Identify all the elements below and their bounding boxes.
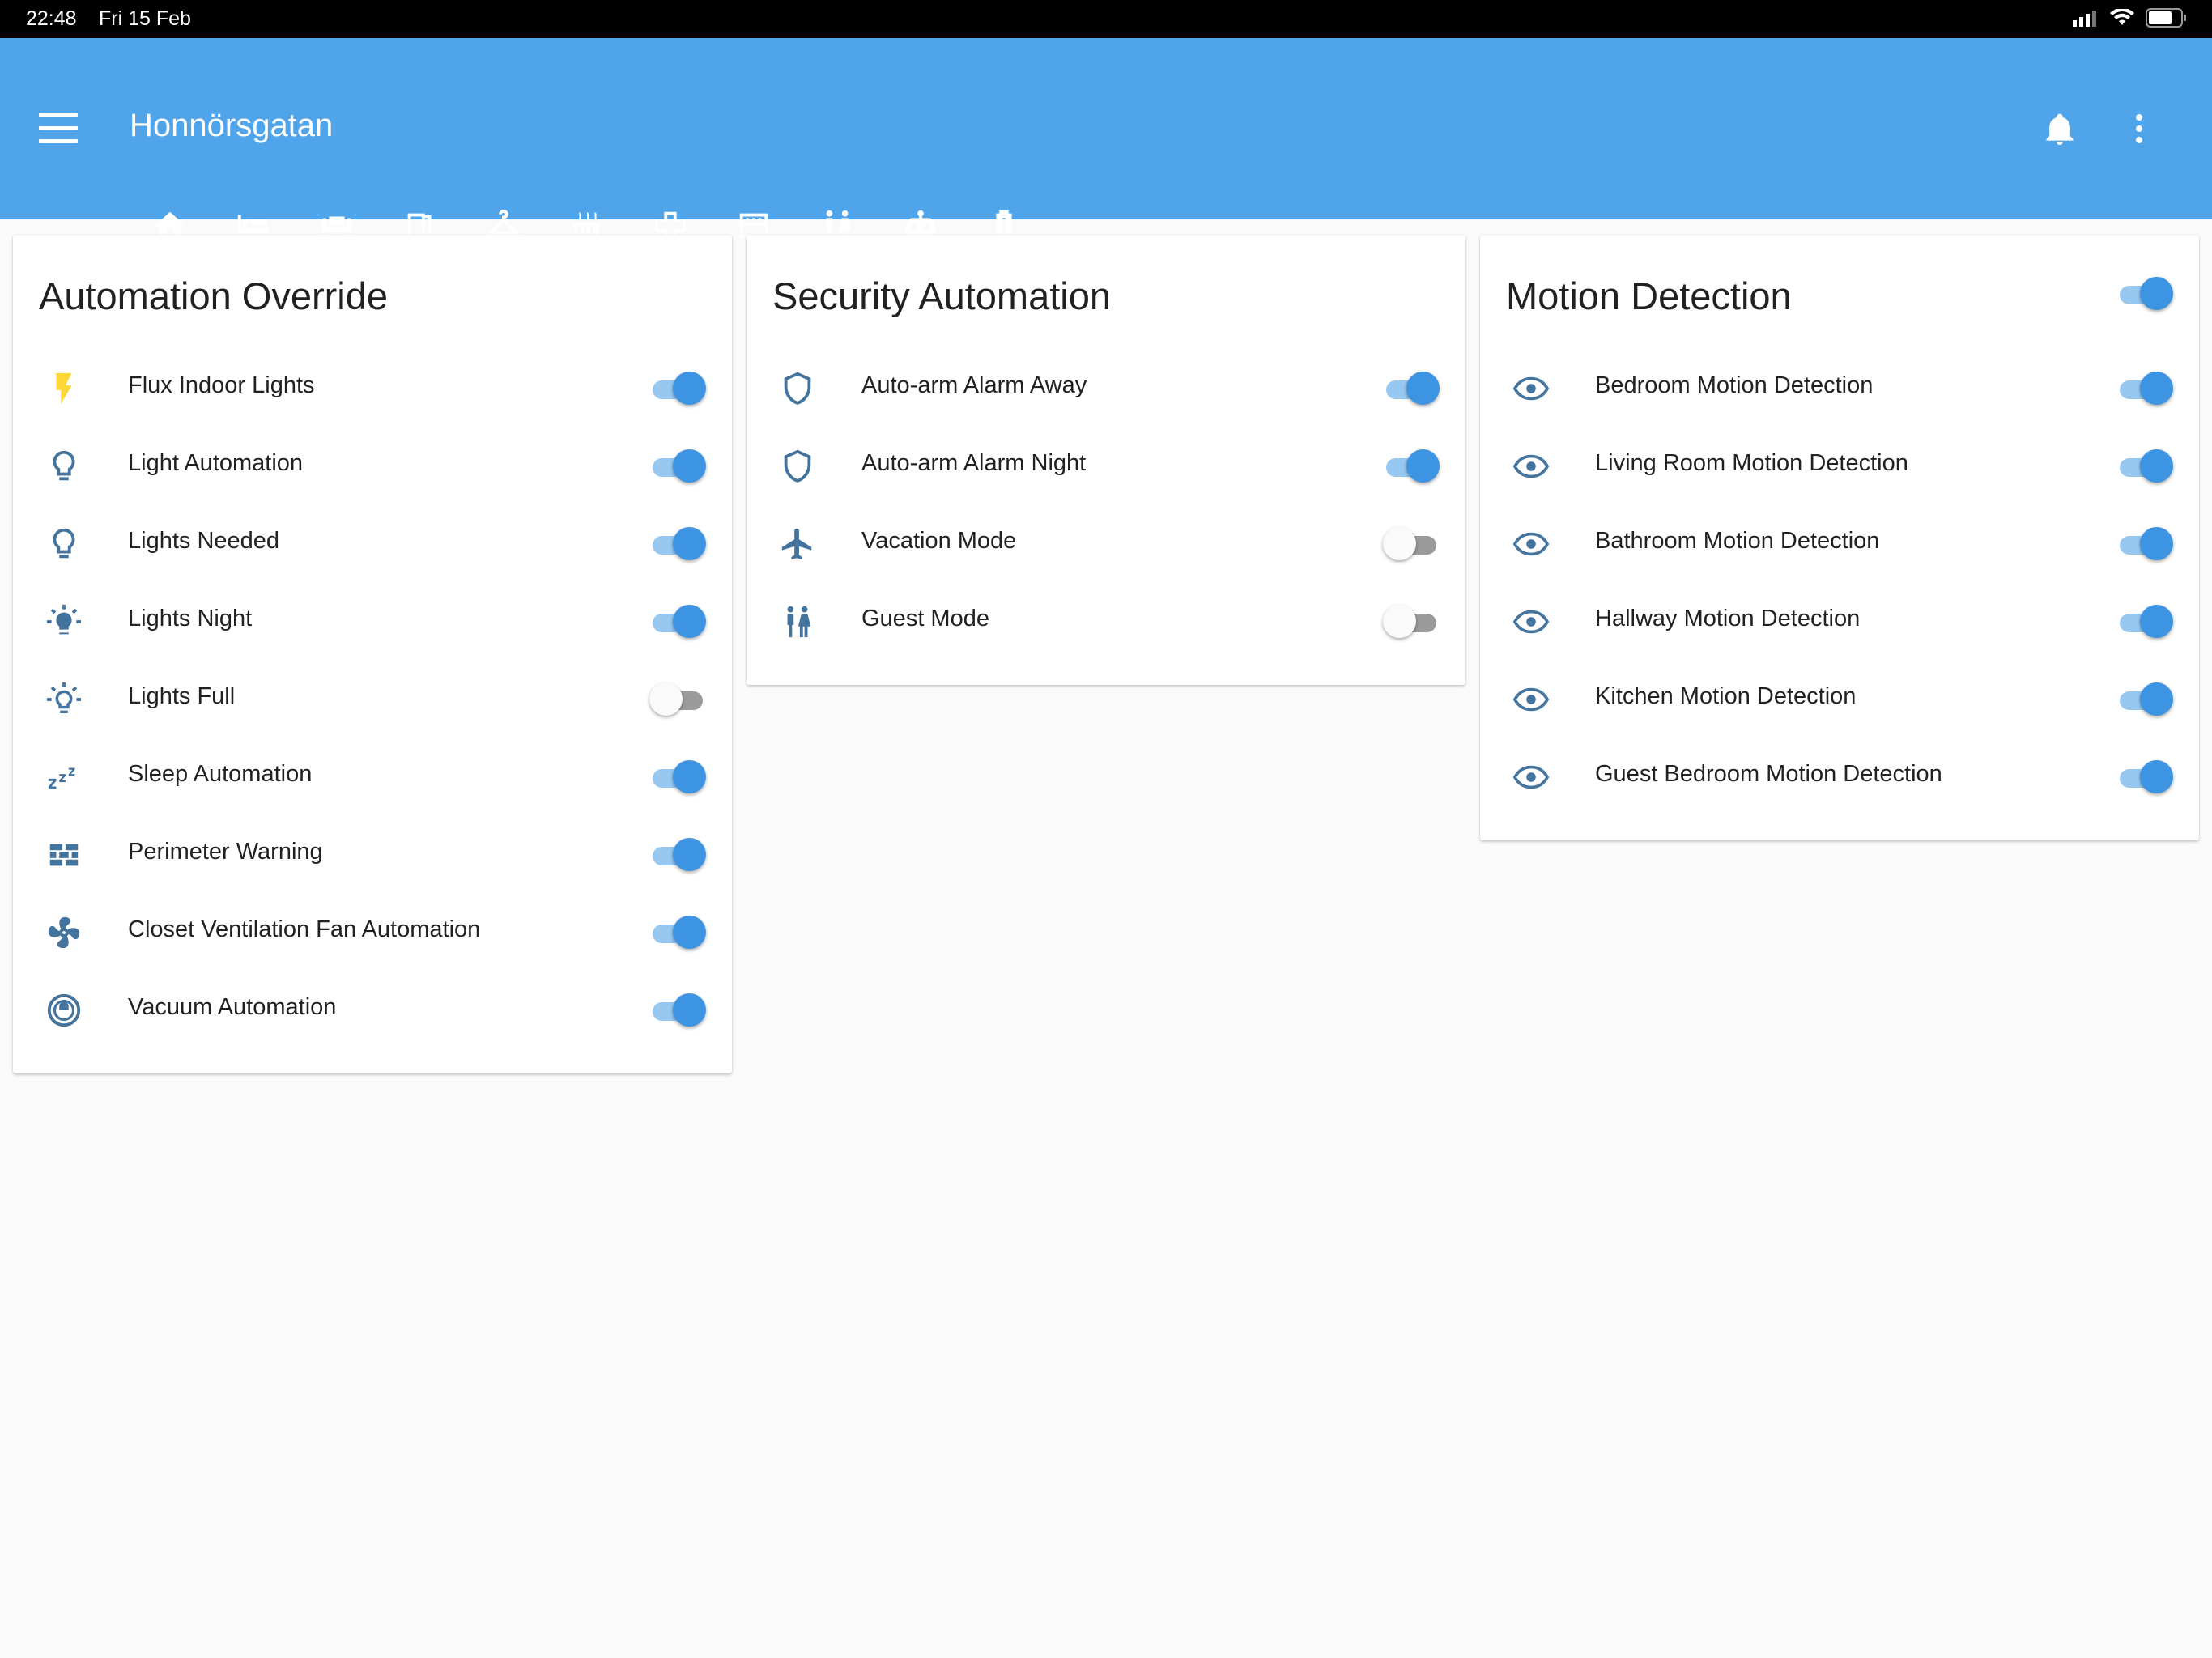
row-label: Closet Ventilation Fan Automation: [128, 916, 481, 942]
menu-icon[interactable]: [39, 113, 78, 143]
row-label: Guest Mode: [861, 606, 989, 631]
security-row: Guest Mode: [747, 582, 1465, 660]
toggle-switch[interactable]: [2116, 527, 2173, 560]
automation-row: Perimeter Warning: [13, 815, 732, 893]
row-label: Living Room Motion Detection: [1595, 450, 1908, 476]
toggle-switch[interactable]: [649, 916, 706, 949]
eye-icon: [1512, 532, 1550, 556]
toggle-switch[interactable]: [649, 993, 706, 1027]
row-label: Bedroom Motion Detection: [1595, 372, 1874, 398]
status-time: 22:48: [26, 7, 77, 30]
eye-icon: [1512, 765, 1550, 789]
toggle-switch[interactable]: [2116, 682, 2173, 716]
row-label: Perimeter Warning: [128, 839, 323, 865]
page-title: Honnörsgatan: [130, 108, 334, 143]
bell-icon[interactable]: [2042, 109, 2078, 148]
card-title: Security Automation: [772, 274, 1111, 317]
security-row: Auto-arm Alarm Away: [747, 349, 1465, 427]
human-male-female-icon: [787, 606, 811, 638]
lightbulb-outline-icon: [53, 450, 75, 481]
flash-icon: [56, 372, 72, 405]
system-indicators: [2073, 8, 2188, 28]
automation-row: Sleep Automation: [13, 738, 732, 815]
row-label: Sleep Automation: [128, 761, 313, 787]
toggle-switch[interactable]: [2116, 605, 2173, 638]
toggle-switch[interactable]: [649, 449, 706, 483]
robot-vacuum-icon: [47, 993, 81, 1027]
toggle-switch[interactable]: [649, 838, 706, 871]
fan-icon: [48, 916, 80, 949]
toggle-switch[interactable]: [649, 682, 706, 716]
wall-icon: [49, 844, 79, 866]
toggle-switch[interactable]: [1383, 605, 1440, 638]
automation-row: Lights Full: [13, 660, 732, 738]
row-label: Lights Full: [128, 683, 236, 709]
toggle-switch[interactable]: [2116, 372, 2173, 405]
security-automation-card: Security Automation Auto-arm Alarm Away …: [747, 235, 1465, 685]
toggle-switch[interactable]: [1383, 449, 1440, 483]
motion-row: Guest Bedroom Motion Detection: [1480, 738, 2199, 815]
wifi-icon: [2110, 9, 2134, 25]
eye-icon: [1512, 687, 1550, 712]
security-row: Auto-arm Alarm Night: [747, 427, 1465, 504]
toggle-switch[interactable]: [649, 527, 706, 560]
row-label: Auto-arm Alarm Away: [861, 372, 1087, 398]
automation-override-card: Automation Override Flux Indoor Lights L…: [13, 235, 732, 1073]
lightbulb-outline-icon: [53, 528, 75, 559]
row-label: Vacation Mode: [861, 528, 1017, 554]
toggle-switch[interactable]: [2116, 449, 2173, 483]
motion-detection-master-toggle[interactable]: [2116, 277, 2173, 310]
status-bar: 22:48 Fri 15 Feb: [0, 0, 2212, 38]
motion-detection-card: Motion Detection Bedroom Motion Detectio…: [1480, 235, 2199, 840]
row-label: Flux Indoor Lights: [128, 372, 315, 398]
toggle-switch[interactable]: [1383, 372, 1440, 405]
card-title: Automation Override: [39, 274, 389, 317]
shield-outline-icon: [784, 449, 811, 483]
shield-outline-icon: [784, 372, 811, 405]
app-header: Honnörsgatan: [0, 38, 2212, 257]
motion-row: Bedroom Motion Detection: [1480, 349, 2199, 427]
motion-row: Hallway Motion Detection: [1480, 582, 2199, 660]
row-label: Vacuum Automation: [128, 994, 337, 1020]
lightbulb-on-icon: [46, 604, 82, 635]
sleep-icon: [48, 767, 75, 789]
more-vert-icon[interactable]: [2129, 113, 2149, 145]
automation-row: Lights Needed: [13, 504, 732, 582]
automation-row: Closet Ventilation Fan Automation: [13, 893, 732, 971]
row-label: Kitchen Motion Detection: [1595, 683, 1857, 709]
eye-icon: [1512, 610, 1550, 634]
security-row: Vacation Mode: [747, 504, 1465, 582]
battery-icon: [2146, 8, 2186, 28]
row-label: Light Automation: [128, 450, 304, 476]
status-date: Fri 15 Feb: [99, 7, 191, 30]
toggle-switch[interactable]: [649, 605, 706, 638]
row-label: Bathroom Motion Detection: [1595, 528, 1880, 554]
automation-row: Flux Indoor Lights: [13, 349, 732, 427]
lightbulb-on-outline-icon: [46, 682, 82, 714]
row-label: Auto-arm Alarm Night: [861, 450, 1087, 476]
cellular-signal-icon: [2073, 11, 2096, 27]
row-label: Hallway Motion Detection: [1595, 606, 1861, 631]
row-label: Lights Night: [128, 606, 253, 631]
motion-row: Living Room Motion Detection: [1480, 427, 2199, 504]
motion-row: Kitchen Motion Detection: [1480, 660, 2199, 738]
toggle-switch[interactable]: [2116, 760, 2173, 793]
airplane-icon: [781, 528, 812, 560]
automation-row: Light Automation: [13, 427, 732, 504]
toggle-switch[interactable]: [649, 372, 706, 405]
automation-row: Vacuum Automation: [13, 971, 732, 1048]
card-title: Motion Detection: [1506, 274, 1792, 317]
toggle-switch[interactable]: [649, 760, 706, 793]
eye-icon: [1512, 376, 1550, 401]
automation-row: Lights Night: [13, 582, 732, 660]
row-label: Guest Bedroom Motion Detection: [1595, 761, 1942, 787]
motion-row: Bathroom Motion Detection: [1480, 504, 2199, 582]
eye-icon: [1512, 454, 1550, 478]
row-label: Lights Needed: [128, 528, 280, 554]
toggle-switch[interactable]: [1383, 527, 1440, 560]
